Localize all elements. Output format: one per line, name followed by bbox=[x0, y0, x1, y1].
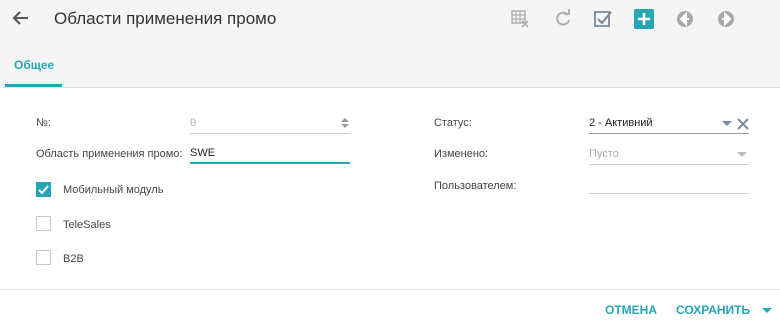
previous-button[interactable] bbox=[675, 9, 695, 29]
telesales-label: TeleSales bbox=[63, 219, 111, 231]
changed-label: Изменено: bbox=[434, 148, 489, 160]
tab-general[interactable]: Общее bbox=[5, 41, 62, 87]
chevron-down-icon bbox=[722, 121, 732, 126]
add-button[interactable] bbox=[634, 9, 654, 29]
footer-bar: ОТМЕНА СОХРАНИТЬ bbox=[0, 289, 780, 324]
cancel-button[interactable]: ОТМЕНА bbox=[605, 303, 657, 317]
spinner-icon[interactable] bbox=[340, 117, 350, 129]
b2b-checkbox[interactable] bbox=[36, 250, 51, 265]
table-delete-button[interactable] bbox=[510, 9, 530, 29]
area-label: Область применения промо: bbox=[36, 148, 183, 160]
telesales-checkbox[interactable] bbox=[36, 216, 51, 231]
number-label: №: bbox=[36, 117, 51, 129]
header-bar: Области применения промо bbox=[0, 0, 780, 41]
circle-left-icon bbox=[677, 11, 693, 27]
checkbox-icon bbox=[594, 11, 612, 27]
user-label: Пользователем: bbox=[434, 180, 517, 192]
close-icon[interactable] bbox=[737, 118, 749, 130]
plus-icon bbox=[634, 9, 654, 29]
status-select[interactable]: 2 - Активний bbox=[589, 114, 749, 134]
mobile-module-checkbox[interactable] bbox=[36, 182, 51, 197]
number-field[interactable]: 0 bbox=[190, 114, 350, 134]
b2b-label: B2B bbox=[63, 253, 84, 265]
status-label: Статус: bbox=[434, 117, 472, 129]
area-value: SWE bbox=[190, 147, 216, 159]
refresh-button[interactable] bbox=[553, 9, 573, 29]
check-icon bbox=[38, 185, 49, 195]
status-value: 2 - Активний bbox=[589, 117, 653, 129]
page-title: Области применения промо bbox=[54, 9, 277, 28]
select-button[interactable] bbox=[593, 9, 613, 29]
user-field[interactable] bbox=[589, 174, 749, 194]
area-input[interactable]: SWE bbox=[190, 144, 350, 164]
table-delete-icon bbox=[511, 10, 529, 28]
refresh-icon bbox=[556, 9, 570, 26]
number-value: 0 bbox=[190, 117, 197, 129]
mobile-module-label: Мобильный модуль bbox=[63, 184, 164, 196]
tab-bar: Общее bbox=[0, 41, 780, 88]
chevron-down-icon[interactable] bbox=[762, 307, 772, 315]
changed-select[interactable]: Пусто bbox=[589, 145, 749, 165]
back-button[interactable] bbox=[12, 7, 30, 34]
arrow-left-icon bbox=[12, 11, 28, 25]
next-button[interactable] bbox=[716, 9, 736, 29]
tab-general-label: Общее bbox=[14, 58, 55, 72]
changed-value: Пусто bbox=[589, 148, 619, 160]
save-button[interactable]: СОХРАНИТЬ bbox=[676, 303, 750, 317]
circle-right-icon bbox=[718, 11, 734, 27]
chevron-down-icon bbox=[737, 152, 747, 157]
